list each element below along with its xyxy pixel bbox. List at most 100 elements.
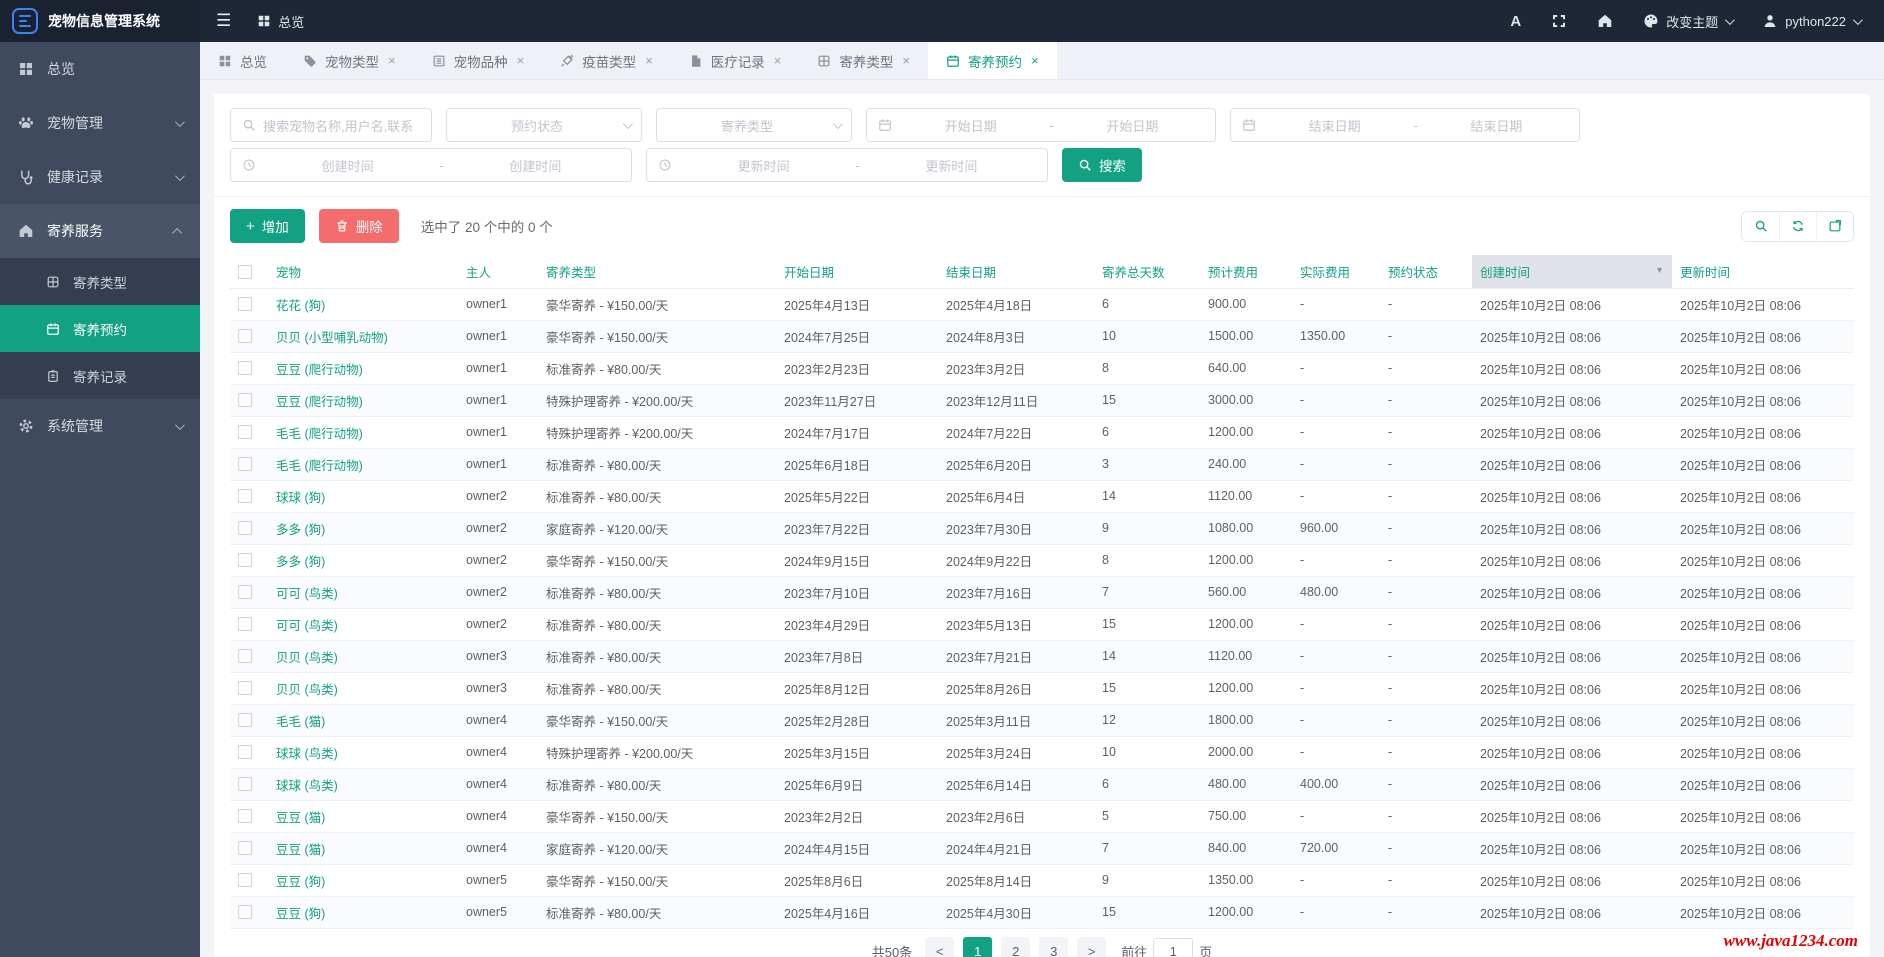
pet-link[interactable]: 毛毛 (爬行动物) <box>276 427 363 441</box>
table-row[interactable]: 毛毛 (爬行动物) owner1 特殊护理寄养 - ¥200.00/天 2024年7月… <box>230 416 1854 449</box>
column-header-updated[interactable]: 更新时间 <box>1672 255 1854 289</box>
column-header-created[interactable]: ▼ 创建时间 <box>1472 255 1672 289</box>
column-header-end-date[interactable]: 结束日期 <box>938 255 1094 289</box>
search-button[interactable]: 搜索 <box>1062 148 1142 182</box>
close-icon[interactable]: × <box>902 53 910 68</box>
pet-link[interactable]: 毛毛 (猫) <box>276 715 325 729</box>
table-search-toggle-button[interactable] <box>1742 212 1779 241</box>
table-row[interactable]: 球球 (狗) owner2 标准寄养 - ¥80.00/天 2025年5月22日 202… <box>230 480 1854 513</box>
table-row[interactable]: 豆豆 (猫) owner4 豪华寄养 - ¥150.00/天 2023年2月2日 202… <box>230 800 1854 833</box>
search-input[interactable]: 搜索宠物名称,用户名,联系 <box>230 108 432 142</box>
column-header-actual-fee[interactable]: 实际费用 <box>1292 255 1380 289</box>
boarding-type-select[interactable]: 寄养类型 <box>656 108 852 142</box>
table-row[interactable]: 豆豆 (爬行动物) owner1 特殊护理寄养 - ¥200.00/天 2023年11… <box>230 384 1854 417</box>
refresh-button[interactable] <box>1779 211 1816 241</box>
column-header-pet[interactable]: 宠物 <box>268 255 458 289</box>
pet-link[interactable]: 花花 (狗) <box>276 299 325 313</box>
end-date-range-picker[interactable]: 结束日期 - 结束日期 <box>1230 108 1580 142</box>
font-size-button[interactable]: A <box>1510 13 1521 30</box>
row-checkbox[interactable] <box>238 841 252 856</box>
table-row[interactable]: 豆豆 (狗) owner5 标准寄养 - ¥80.00/天 2025年4月16日 202… <box>230 896 1854 929</box>
pagination-page-1[interactable]: 1 <box>963 936 993 957</box>
row-checkbox[interactable] <box>238 585 252 600</box>
row-checkbox[interactable] <box>238 745 252 760</box>
row-checkbox[interactable] <box>238 553 252 568</box>
column-header-estimated-fee[interactable]: 预计费用 <box>1200 255 1292 289</box>
table-row[interactable]: 豆豆 (猫) owner4 家庭寄养 - ¥120.00/天 2024年4月15日 20… <box>230 832 1854 865</box>
tab-overview[interactable]: 总览 <box>200 42 285 79</box>
sidebar-item-boarding-services[interactable]: 寄养服务 <box>0 204 200 258</box>
pet-link[interactable]: 可可 (鸟类) <box>276 587 338 601</box>
tab-pet-type[interactable]: 宠物类型 × <box>285 42 414 79</box>
table-row[interactable]: 多多 (狗) owner2 豪华寄养 - ¥150.00/天 2024年9月15日 20… <box>230 544 1854 577</box>
row-checkbox[interactable] <box>238 425 252 440</box>
column-header-total-days[interactable]: 寄养总天数 <box>1094 255 1200 289</box>
user-menu[interactable]: python222 <box>1762 13 1863 29</box>
pet-link[interactable]: 贝贝 (鸟类) <box>276 651 338 665</box>
close-icon[interactable]: × <box>388 53 396 68</box>
update-time-range-picker[interactable]: 更新时间 - 更新时间 <box>646 148 1048 182</box>
pagination-page-2[interactable]: 2 <box>1001 936 1031 957</box>
table-row[interactable]: 豆豆 (狗) owner5 豪华寄养 - ¥150.00/天 2025年8月6日 202… <box>230 864 1854 897</box>
row-checkbox[interactable] <box>238 777 252 792</box>
select-all-checkbox[interactable] <box>238 264 252 279</box>
close-icon[interactable]: × <box>517 53 525 68</box>
table-row[interactable]: 可可 (鸟类) owner2 标准寄养 - ¥80.00/天 2023年4月29日 20… <box>230 608 1854 641</box>
pagination-prev-button[interactable]: < <box>925 936 955 957</box>
table-row[interactable]: 球球 (鸟类) owner4 特殊护理寄养 - ¥200.00/天 2025年3月15… <box>230 736 1854 769</box>
pet-link[interactable]: 毛毛 (爬行动物) <box>276 459 363 473</box>
sidebar-collapse-icon[interactable]: ☰ <box>200 11 247 31</box>
breadcrumb[interactable]: 总览 <box>247 12 314 31</box>
row-checkbox[interactable] <box>238 809 252 824</box>
sidebar-item-boarding-type[interactable]: 寄养类型 <box>0 258 200 305</box>
pet-link[interactable]: 球球 (鸟类) <box>276 747 338 761</box>
pet-link[interactable]: 贝贝 (鸟类) <box>276 683 338 697</box>
row-checkbox[interactable] <box>238 905 252 920</box>
close-icon[interactable]: × <box>774 53 782 68</box>
pet-link[interactable]: 多多 (狗) <box>276 555 325 569</box>
table-row[interactable]: 贝贝 (鸟类) owner3 标准寄养 - ¥80.00/天 2025年8月12日 20… <box>230 672 1854 705</box>
pet-link[interactable]: 球球 (鸟类) <box>276 779 338 793</box>
pet-link[interactable]: 豆豆 (爬行动物) <box>276 363 363 377</box>
table-row[interactable]: 可可 (鸟类) owner2 标准寄养 - ¥80.00/天 2023年7月10日 20… <box>230 576 1854 609</box>
row-checkbox[interactable] <box>238 297 252 312</box>
close-icon[interactable]: × <box>1031 53 1039 68</box>
pet-link[interactable]: 豆豆 (猫) <box>276 843 325 857</box>
pet-link[interactable]: 多多 (狗) <box>276 523 325 537</box>
column-header-status[interactable]: 预约状态 <box>1380 255 1472 289</box>
table-row[interactable]: 毛毛 (爬行动物) owner1 标准寄养 - ¥80.00/天 2025年6月18日… <box>230 448 1854 481</box>
row-checkbox[interactable] <box>238 457 252 472</box>
sort-caret-icon[interactable]: ▼ <box>1655 265 1664 275</box>
table-row[interactable]: 贝贝 (小型哺乳动物) owner1 豪华寄养 - ¥150.00/天 2024年7月… <box>230 320 1854 353</box>
sidebar-item-boarding-records[interactable]: 寄养记录 <box>0 352 200 399</box>
add-button[interactable]: + 增加 <box>230 209 305 243</box>
table-row[interactable]: 球球 (鸟类) owner4 标准寄养 - ¥80.00/天 2025年6月9日 202… <box>230 768 1854 801</box>
table-fullscreen-button[interactable] <box>1816 211 1853 241</box>
pet-link[interactable]: 豆豆 (爬行动物) <box>276 395 363 409</box>
row-checkbox[interactable] <box>238 329 252 344</box>
pet-link[interactable]: 球球 (狗) <box>276 491 325 505</box>
tab-boarding-booking[interactable]: 寄养预约 × <box>927 42 1057 79</box>
pagination-next-button[interactable]: > <box>1077 936 1107 957</box>
table-row[interactable]: 多多 (狗) owner2 家庭寄养 - ¥120.00/天 2023年7月22日 20… <box>230 512 1854 545</box>
row-checkbox[interactable] <box>238 681 252 696</box>
row-checkbox[interactable] <box>238 361 252 376</box>
start-date-range-picker[interactable]: 开始日期 - 开始日期 <box>866 108 1216 142</box>
row-checkbox[interactable] <box>238 873 252 888</box>
sidebar-item-system-management[interactable]: 系统管理 <box>0 399 200 453</box>
table-row[interactable]: 贝贝 (鸟类) owner3 标准寄养 - ¥80.00/天 2023年7月8日 202… <box>230 640 1854 673</box>
pet-link[interactable]: 可可 (鸟类) <box>276 619 338 633</box>
tab-boarding-type[interactable]: 寄养类型 × <box>799 42 928 79</box>
home-button[interactable] <box>1597 13 1613 29</box>
column-header-start-date[interactable]: 开始日期 <box>776 255 938 289</box>
booking-status-select[interactable]: 预约状态 <box>446 108 642 142</box>
sidebar-item-health-records[interactable]: 健康记录 <box>0 150 200 204</box>
row-checkbox[interactable] <box>238 393 252 408</box>
row-checkbox[interactable] <box>238 489 252 504</box>
sidebar-item-overview[interactable]: 总览 <box>0 42 200 96</box>
sidebar-item-boarding-booking[interactable]: 寄养预约 <box>0 305 200 352</box>
sidebar-item-pet-management[interactable]: 宠物管理 <box>0 96 200 150</box>
fullscreen-button[interactable] <box>1551 13 1567 29</box>
pet-link[interactable]: 豆豆 (猫) <box>276 811 325 825</box>
delete-button[interactable]: 删除 <box>318 209 399 243</box>
